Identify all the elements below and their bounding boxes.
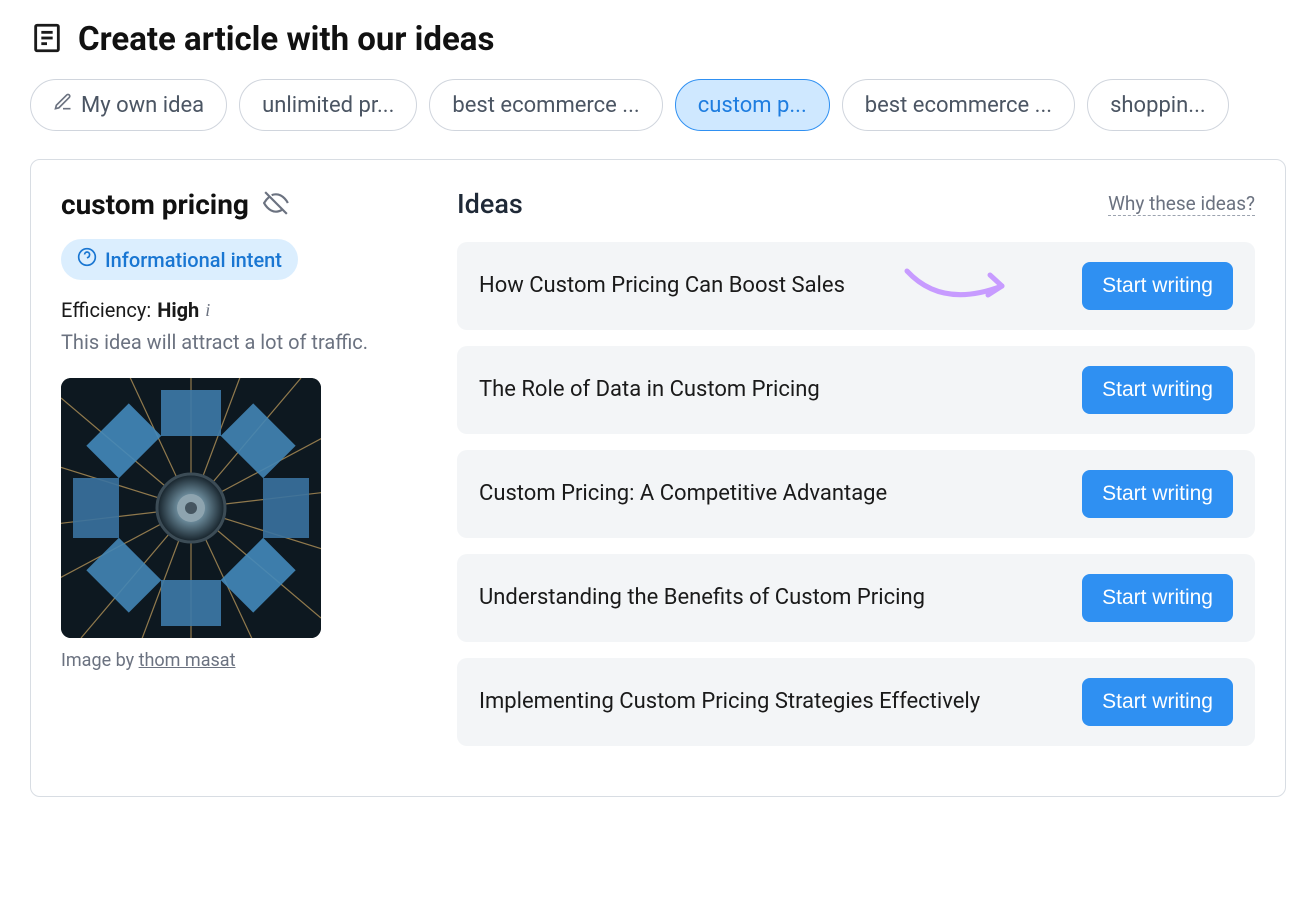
efficiency-description: This idea will attract a lot of traffic. (61, 330, 421, 354)
idea-title: How Custom Pricing Can Boost Sales (479, 271, 1062, 302)
idea-title: Understanding the Benefits of Custom Pri… (479, 583, 1062, 614)
chip-label: custom p... (698, 93, 807, 118)
idea-title: Custom Pricing: A Competitive Advantage (479, 479, 1062, 510)
efficiency-prefix: Efficiency: (61, 298, 151, 322)
idea-title: The Role of Data in Custom Pricing (479, 375, 1062, 406)
idea-card: Implementing Custom Pricing Strategies E… (457, 658, 1255, 746)
image-credit-prefix: Image by (61, 650, 139, 671)
info-icon[interactable]: i (205, 300, 210, 321)
chip-idea-4[interactable]: shoppin... (1087, 79, 1229, 131)
idea-card: Understanding the Benefits of Custom Pri… (457, 554, 1255, 642)
start-writing-button[interactable]: Start writing (1082, 574, 1233, 622)
ideas-heading: Ideas (457, 188, 523, 220)
chip-label: My own idea (81, 93, 204, 118)
chip-idea-2[interactable]: custom p... (675, 79, 830, 131)
idea-card: How Custom Pricing Can Boost Sales Start… (457, 242, 1255, 330)
chip-label: best ecommerce ... (865, 93, 1052, 118)
topic-sidebar: custom pricing Informational intent Ef (61, 188, 421, 762)
idea-card: The Role of Data in Custom Pricing Start… (457, 346, 1255, 434)
image-credit-author-link[interactable]: thom masat (139, 650, 236, 671)
content-panel: custom pricing Informational intent Ef (30, 159, 1286, 797)
intent-badge: Informational intent (61, 239, 298, 280)
chip-my-own-idea[interactable]: My own idea (30, 79, 227, 131)
idea-card: Custom Pricing: A Competitive Advantage … (457, 450, 1255, 538)
ideas-column: Ideas Why these ideas? How Custom Pricin… (457, 188, 1255, 762)
chip-idea-3[interactable]: best ecommerce ... (842, 79, 1075, 131)
article-icon (30, 21, 64, 59)
start-writing-button[interactable]: Start writing (1082, 262, 1233, 310)
page-header: Create article with our ideas (30, 20, 1286, 59)
start-writing-button[interactable]: Start writing (1082, 470, 1233, 518)
topic-title: custom pricing (61, 188, 249, 221)
chip-idea-0[interactable]: unlimited pr... (239, 79, 417, 131)
chip-label: shoppin... (1110, 93, 1206, 118)
start-writing-button[interactable]: Start writing (1082, 366, 1233, 414)
chip-idea-1[interactable]: best ecommerce ... (429, 79, 662, 131)
pencil-icon (53, 92, 73, 118)
start-writing-button[interactable]: Start writing (1082, 678, 1233, 726)
page-title: Create article with our ideas (78, 20, 494, 59)
eye-off-icon[interactable] (263, 190, 289, 220)
idea-title: Implementing Custom Pricing Strategies E… (479, 687, 1062, 718)
why-these-ideas-link[interactable]: Why these ideas? (1108, 192, 1255, 216)
idea-chips-row: My own idea unlimited pr... best ecommer… (30, 79, 1286, 131)
chip-label: unlimited pr... (262, 93, 394, 118)
intent-label: Informational intent (105, 248, 282, 272)
topic-image (61, 378, 321, 638)
question-circle-icon (77, 247, 97, 272)
chip-label: best ecommerce ... (452, 93, 639, 118)
efficiency-row: Efficiency: High i (61, 298, 421, 322)
efficiency-value: High (157, 298, 199, 322)
image-credit: Image by thom masat (61, 650, 421, 671)
